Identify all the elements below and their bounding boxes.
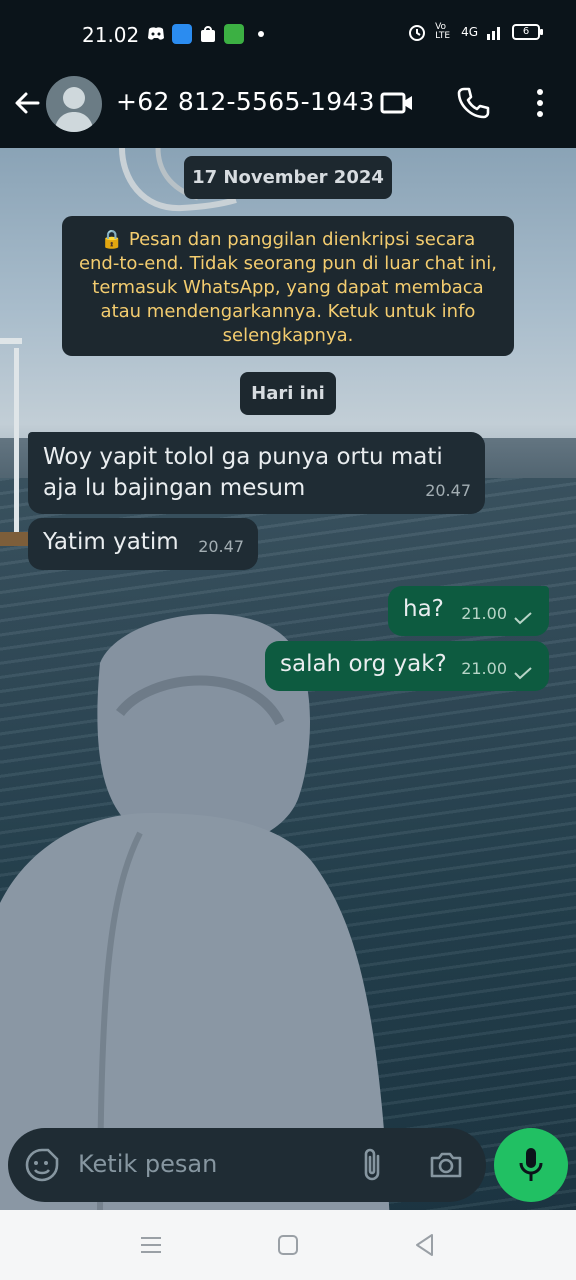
alarm-icon <box>409 25 426 41</box>
message-time: 21.00 <box>461 659 507 678</box>
chat-area[interactable]: 17 November 2024 🔒 Pesan dan panggilan d… <box>0 148 576 1210</box>
phone-call-icon[interactable] <box>456 86 490 120</box>
chat-header: +62 812-5565-1943 <box>0 70 576 148</box>
mic-icon <box>519 1148 543 1181</box>
sticker-icon[interactable] <box>24 1147 60 1183</box>
system-nav-bar <box>0 1210 576 1280</box>
avatar[interactable] <box>46 76 102 132</box>
shopping-bag-icon <box>201 26 215 42</box>
date-pill: 17 November 2024 <box>184 156 392 199</box>
wallpaper-hooded-person <box>0 614 390 1210</box>
app-icon-blue <box>172 24 192 44</box>
message-bubble-outgoing[interactable]: salah org yak? 21.00 <box>265 641 549 691</box>
message-time: 20.47 <box>198 537 244 556</box>
video-call-icon[interactable] <box>380 86 414 120</box>
recent-apps-icon[interactable] <box>138 1232 164 1258</box>
message-time: 21.00 <box>461 604 507 623</box>
message-bubble-incoming[interactable]: Woy yapit tolol ga punya ortu mati aja l… <box>28 432 485 514</box>
nav-back-icon[interactable] <box>412 1232 438 1258</box>
status-bar: 21.02 Vo LTE 4G 6 <box>0 0 576 70</box>
encryption-notice[interactable]: 🔒 Pesan dan panggilan dienkripsi secara … <box>62 216 514 356</box>
message-text: Woy yapit tolol ga punya ortu mati aja l… <box>43 444 443 501</box>
more-menu-icon[interactable] <box>523 86 557 120</box>
discord-icon <box>148 27 164 40</box>
volte-indicator: Vo LTE <box>435 22 451 41</box>
back-arrow-icon[interactable] <box>12 88 42 118</box>
message-bubble-incoming[interactable]: Yatim yatim 20.47 <box>28 518 258 570</box>
today-pill: Hari ini <box>240 372 336 415</box>
message-input-bar[interactable]: Ketik pesan <box>8 1128 486 1202</box>
check-icon <box>514 667 532 680</box>
app-icon-green <box>224 24 244 44</box>
notification-icons <box>146 24 264 44</box>
contact-name[interactable]: +62 812-5565-1943 <box>116 87 375 116</box>
more-notifications-dot <box>258 31 264 37</box>
check-icon <box>514 612 532 625</box>
message-time: 20.47 <box>425 481 471 500</box>
system-icons: Vo LTE 4G 6 <box>407 22 543 42</box>
camera-icon[interactable] <box>428 1148 464 1182</box>
battery-indicator: 6 <box>512 24 543 40</box>
wallpaper-pole <box>0 338 30 546</box>
voice-record-button[interactable] <box>494 1128 568 1202</box>
attach-icon[interactable] <box>358 1146 386 1184</box>
home-icon[interactable] <box>275 1232 301 1258</box>
signal-icon <box>487 27 500 40</box>
default-avatar-icon <box>54 87 94 132</box>
network-type: 4G <box>461 25 478 39</box>
message-bubble-outgoing[interactable]: ha? 21.00 <box>388 586 549 636</box>
message-input[interactable]: Ketik pesan <box>78 1150 217 1178</box>
status-time: 21.02 <box>82 23 140 47</box>
